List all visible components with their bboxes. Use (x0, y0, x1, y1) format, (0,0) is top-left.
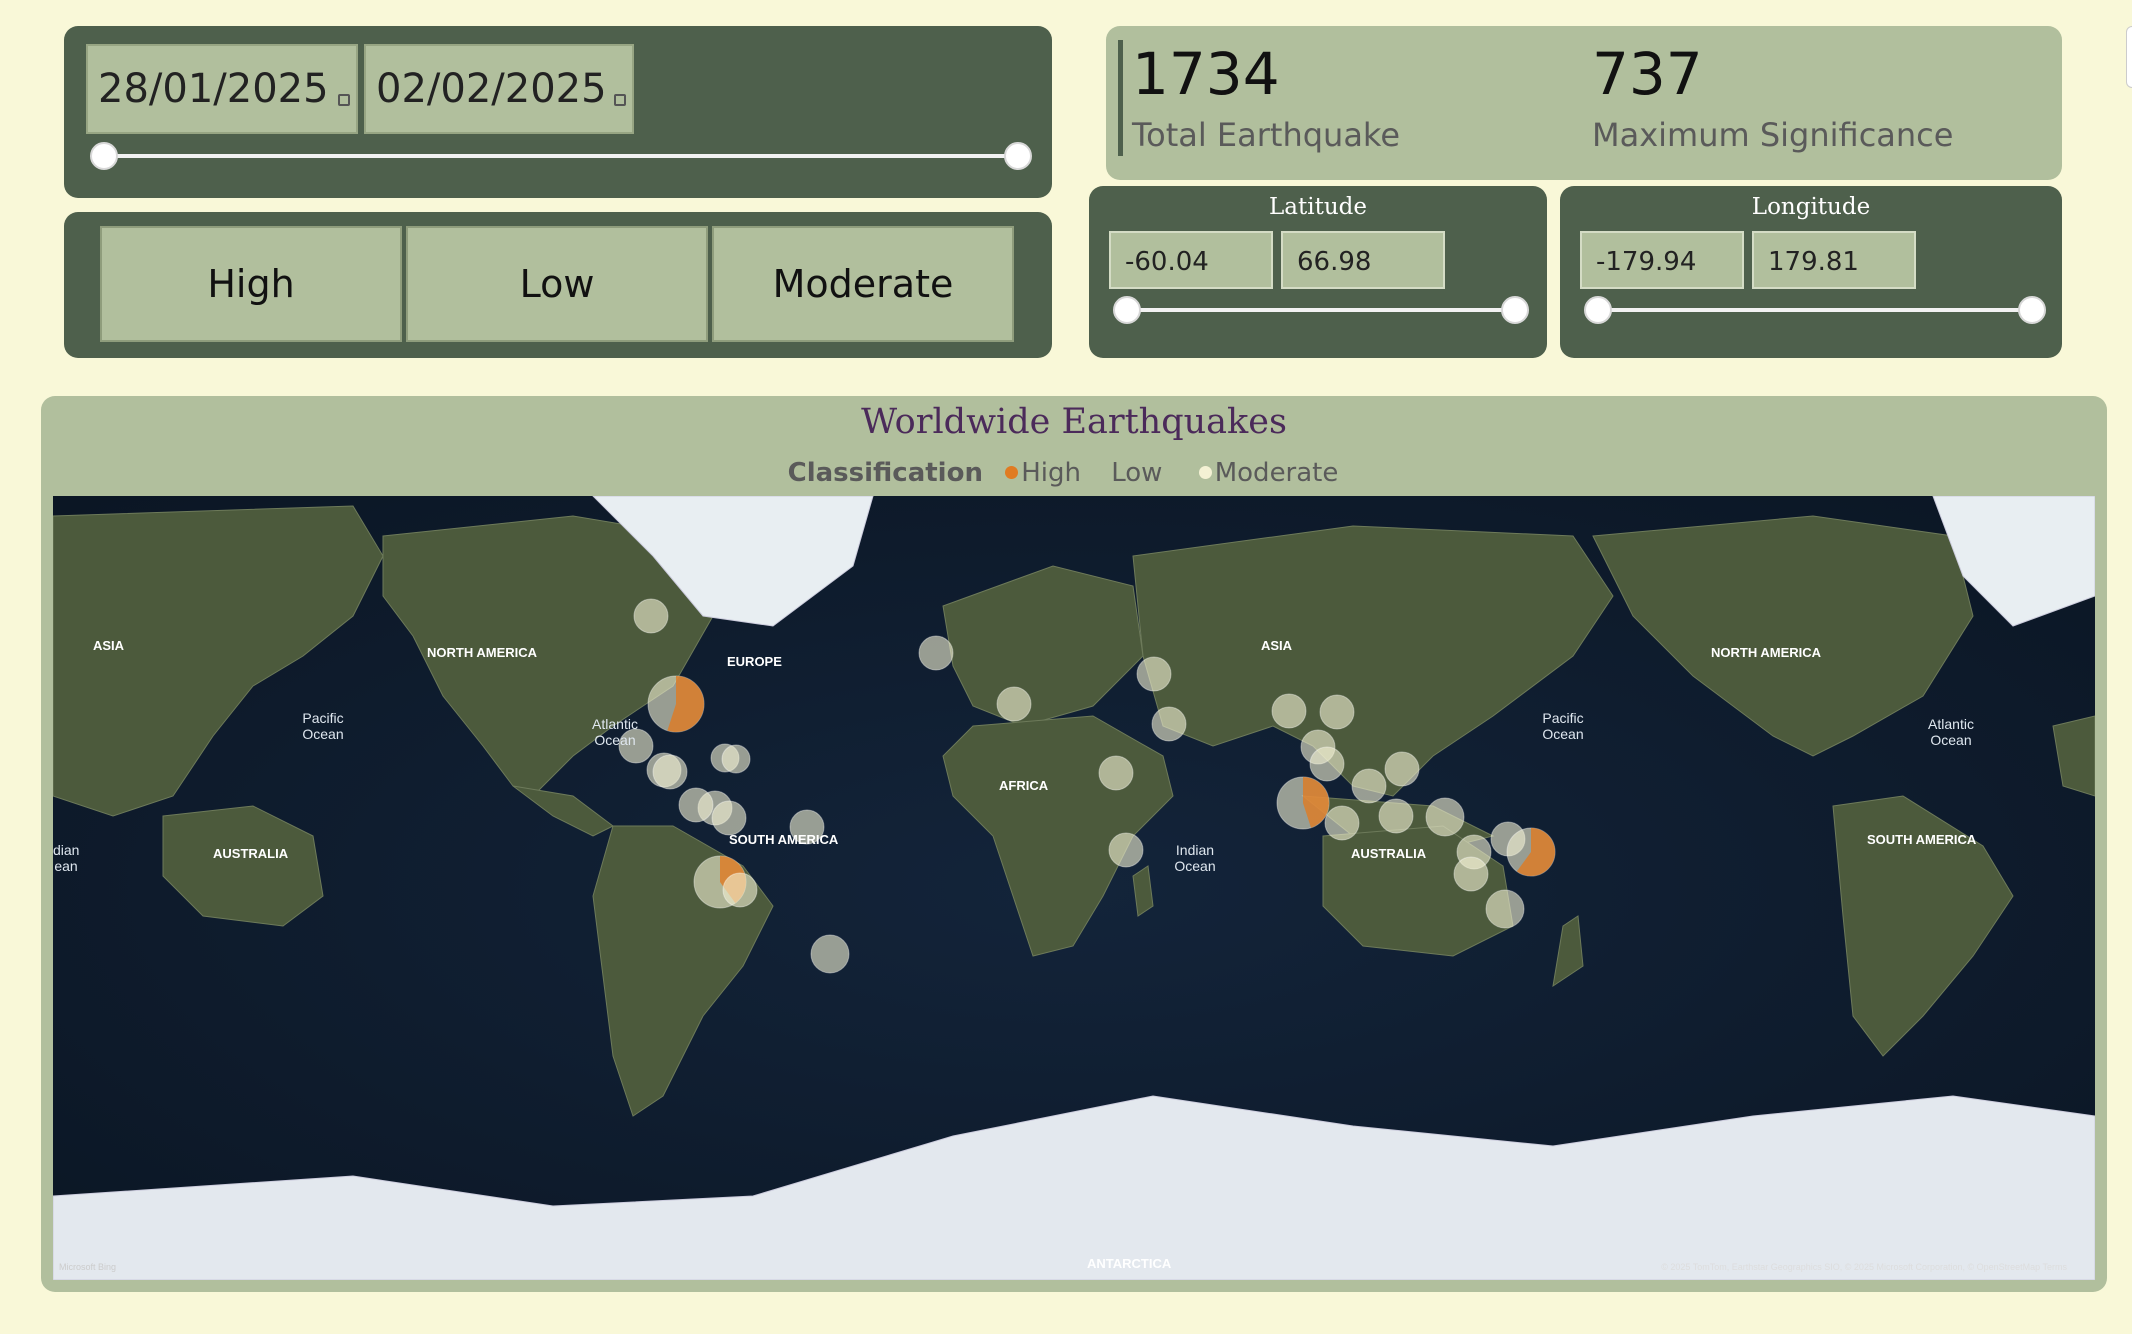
earthquake-bubble[interactable] (721, 744, 751, 774)
map-label-asia: ASIA (1261, 638, 1293, 653)
earthquake-bubble[interactable] (918, 635, 954, 671)
map-legend: Classification High Low Moderate (41, 458, 2107, 488)
map-label-south-america: SOUTH AMERICA (729, 832, 839, 847)
legend-item-low[interactable]: Low (1111, 458, 1162, 488)
high-button[interactable]: High (100, 226, 402, 342)
earthquake-bubble[interactable] (1276, 776, 1330, 830)
map-copyright[interactable]: © 2025 TomTom, Earthstar Geographics SIO… (1661, 1262, 2067, 1272)
map-label-north-america: NORTH AMERICA (427, 645, 538, 660)
earthquake-bubble[interactable] (1384, 751, 1420, 787)
map-label-atlantic: Atlantic Ocean (592, 716, 638, 748)
map-label-asia-left: ASIA (93, 638, 125, 653)
earthquake-bubble[interactable] (1319, 694, 1355, 730)
earthquake-bubble[interactable] (678, 787, 714, 823)
map-visual: Worldwide Earthquakes Classification Hig… (41, 396, 2107, 1292)
latitude-max-input[interactable]: 66.98 (1281, 231, 1445, 289)
legend-item-moderate[interactable]: Moderate (1193, 458, 1338, 488)
map-label-indian-left: dian ean (53, 842, 80, 874)
earthquake-bubble[interactable] (1271, 693, 1307, 729)
earthquake-bubble[interactable] (1151, 706, 1187, 742)
classification-slicer: High Low Moderate (64, 212, 1052, 358)
earthquake-bubble[interactable] (647, 675, 705, 733)
longitude-max-input[interactable]: 179.81 (1752, 231, 1916, 289)
map-label-australia: AUSTRALIA (1351, 846, 1427, 861)
map-label-europe: EUROPE (727, 654, 782, 669)
earthquake-bubble[interactable] (1485, 889, 1525, 929)
longitude-slider-track[interactable] (1598, 308, 2032, 312)
end-date-value: 02/02/2025 (376, 66, 607, 112)
start-date-input[interactable]: 28/01/2025 (86, 44, 358, 134)
latitude-title: Latitude (1269, 194, 1367, 220)
end-date-input[interactable]: 02/02/2025 (364, 44, 634, 134)
earthquake-bubble[interactable] (1351, 768, 1387, 804)
latitude-min-input[interactable]: -60.04 (1109, 231, 1273, 289)
map-label-pacific-right: Pacific Ocean (1542, 710, 1584, 742)
earthquake-bubble[interactable] (1425, 797, 1465, 837)
total-earthquake-label: Total Earthquake (1132, 116, 1400, 154)
latitude-slicer: Latitude -60.04 66.98 (1089, 186, 1547, 358)
map-label-antarctica: ANTARCTICA (1087, 1256, 1172, 1271)
longitude-title: Longitude (1751, 194, 1871, 220)
map-basemap (53, 496, 2095, 1280)
max-significance-label: Maximum Significance (1592, 116, 1954, 154)
date-range-slicer: 28/01/2025 02/02/2025 (64, 26, 1052, 198)
map-label-africa: AFRICA (999, 778, 1049, 793)
earthquake-bubble[interactable] (1506, 827, 1556, 877)
earthquake-bubble[interactable] (1108, 832, 1144, 868)
map-label-south-america-right: SOUTH AMERICA (1867, 832, 1977, 847)
moderate-button[interactable]: Moderate (712, 226, 1014, 342)
earthquake-bubble[interactable] (1324, 805, 1360, 841)
earthquake-bubble[interactable] (722, 872, 758, 908)
latitude-slider-track[interactable] (1127, 308, 1517, 312)
earthquake-bubble[interactable] (1136, 656, 1172, 692)
moderate-dot-icon (1198, 466, 1212, 479)
earthquake-bubble[interactable] (996, 686, 1032, 722)
world-map[interactable]: ASIA NORTH AMERICA EUROPE ASIA NORTH AME… (53, 496, 2095, 1280)
max-significance-value: 737 (1592, 40, 1703, 108)
map-label-australia-left: AUSTRALIA (213, 846, 289, 861)
date-slider-end-handle[interactable] (1004, 142, 1032, 170)
latitude-min-handle[interactable] (1113, 296, 1141, 324)
earthquake-bubble[interactable] (711, 800, 747, 836)
map-label-atlantic-right: Atlantic Ocean (1928, 716, 1974, 748)
earthquake-bubble[interactable] (1378, 798, 1414, 834)
map-label-pacific: Pacific Ocean (302, 710, 344, 742)
longitude-max-handle[interactable] (2018, 296, 2046, 324)
total-earthquake-value: 1734 (1132, 40, 1280, 108)
earthquake-bubble[interactable] (1098, 755, 1134, 791)
earthquake-bubble[interactable] (810, 934, 850, 974)
side-panel-tab[interactable] (2126, 26, 2132, 88)
earthquake-bubble[interactable] (1453, 856, 1489, 892)
calendar-icon[interactable] (614, 94, 626, 106)
low-button[interactable]: Low (406, 226, 708, 342)
earthquake-bubble[interactable] (652, 754, 688, 790)
high-dot-icon (1005, 466, 1019, 479)
map-label-indian: Indian Ocean (1174, 842, 1216, 874)
start-date-value: 28/01/2025 (98, 66, 329, 112)
date-slider-start-handle[interactable] (90, 142, 118, 170)
longitude-slicer: Longitude -179.94 179.81 (1560, 186, 2062, 358)
longitude-min-handle[interactable] (1584, 296, 1612, 324)
earthquake-bubble[interactable] (1309, 746, 1345, 782)
date-slider-track[interactable] (104, 154, 1014, 158)
latitude-max-handle[interactable] (1501, 296, 1529, 324)
kpi-card: 1734 Total Earthquake 737 Maximum Signif… (1106, 26, 2062, 180)
calendar-icon[interactable] (338, 94, 350, 106)
longitude-min-input[interactable]: -179.94 (1580, 231, 1744, 289)
kpi-accent-bar (1118, 40, 1123, 156)
legend-item-high[interactable]: High (999, 458, 1081, 488)
earthquake-bubble[interactable] (633, 598, 669, 634)
map-title: Worldwide Earthquakes (861, 402, 1287, 442)
bing-logo: Microsoft Bing (59, 1262, 117, 1272)
legend-title: Classification (787, 458, 983, 488)
map-label-north-america-right: NORTH AMERICA (1711, 645, 1822, 660)
